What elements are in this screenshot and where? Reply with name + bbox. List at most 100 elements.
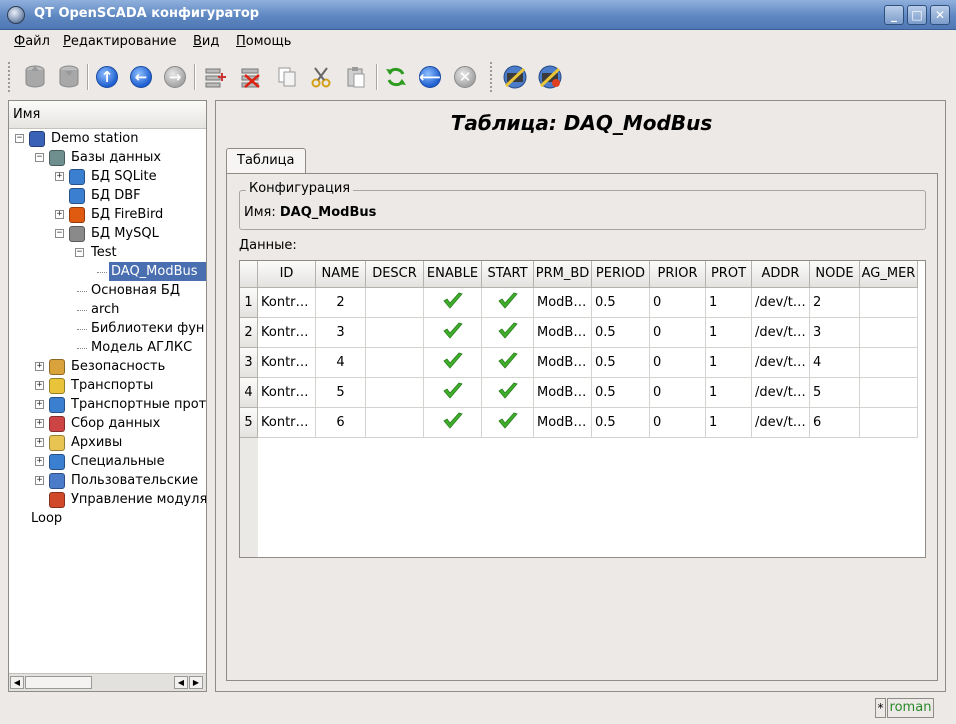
tree-item[interactable]: БД DBF: [89, 186, 143, 205]
toolbar-grip[interactable]: [8, 62, 12, 92]
table-cell[interactable]: 0.5: [592, 348, 650, 378]
table-cell[interactable]: Kontr…: [258, 318, 316, 348]
column-header[interactable]: PRM_BD: [534, 261, 592, 288]
table-cell[interactable]: 0: [650, 408, 706, 438]
table-cell[interactable]: [482, 318, 534, 348]
table-cell[interactable]: [860, 378, 918, 408]
tree-item[interactable]: Транспорты: [69, 376, 155, 395]
table-cell[interactable]: 3: [316, 318, 366, 348]
table-cell[interactable]: 4: [316, 348, 366, 378]
up-button[interactable]: ↑: [92, 62, 122, 92]
column-header[interactable]: ADDR: [752, 261, 810, 288]
table-cell[interactable]: [860, 318, 918, 348]
table-cell[interactable]: ModB…: [534, 288, 592, 318]
row-header[interactable]: 4: [240, 378, 258, 408]
table-cell[interactable]: [424, 318, 482, 348]
row-header[interactable]: 2: [240, 318, 258, 348]
panel-splitter[interactable]: [207, 100, 215, 692]
db-save-button[interactable]: [54, 62, 84, 92]
tree-item[interactable]: Модель АГЛКС: [89, 338, 194, 357]
refresh-button[interactable]: [381, 62, 411, 92]
column-header[interactable]: AG_MER: [860, 261, 918, 288]
table-cell[interactable]: /dev/t…: [752, 378, 810, 408]
table-cell[interactable]: [424, 348, 482, 378]
table-cell[interactable]: 0.5: [592, 288, 650, 318]
tree-item[interactable]: Базы данных: [69, 148, 163, 167]
table-cell[interactable]: [366, 408, 424, 438]
tree-expander[interactable]: +: [55, 210, 64, 219]
table-cell[interactable]: 2: [810, 288, 860, 318]
tree-expander[interactable]: −: [35, 153, 44, 162]
table-cell[interactable]: [482, 348, 534, 378]
table-cell[interactable]: 1: [706, 348, 752, 378]
table-corner[interactable]: [240, 261, 258, 288]
stop-button[interactable]: ✕: [450, 62, 480, 92]
tree-item[interactable]: БД MySQL: [89, 224, 161, 243]
scroll-left-arrow[interactable]: ◀: [174, 676, 188, 689]
table-cell[interactable]: [366, 348, 424, 378]
tree-item[interactable]: БД SQLite: [89, 167, 159, 186]
tree-expander[interactable]: +: [35, 419, 44, 428]
tree-expander[interactable]: +: [35, 400, 44, 409]
table-cell[interactable]: [366, 378, 424, 408]
menu-file[interactable]: Файл: [14, 34, 50, 49]
table-cell[interactable]: 0: [650, 348, 706, 378]
table-cell[interactable]: 0: [650, 318, 706, 348]
column-header[interactable]: START: [482, 261, 534, 288]
tree-item[interactable]: БД FireBird: [89, 205, 165, 224]
table-cell[interactable]: [424, 288, 482, 318]
window-titlebar[interactable]: QT OpenSCADA конфигуратор _ □ ✕: [0, 0, 956, 30]
close-button[interactable]: ✕: [930, 5, 950, 25]
minimize-button[interactable]: _: [884, 5, 904, 25]
connect-station-button[interactable]: [500, 62, 530, 92]
column-header[interactable]: ID: [258, 261, 316, 288]
table-cell[interactable]: 0: [650, 378, 706, 408]
table-cell[interactable]: 0: [650, 288, 706, 318]
table-cell[interactable]: [366, 318, 424, 348]
table-cell[interactable]: [482, 378, 534, 408]
tree-item[interactable]: Сбор данных: [69, 414, 162, 433]
column-header[interactable]: NAME: [316, 261, 366, 288]
tree-item[interactable]: Loop: [29, 509, 64, 528]
delete-item-button[interactable]: [236, 62, 266, 92]
navigation-tree[interactable]: − Demo station − Базы данных + БД SQLite БД DB…: [9, 129, 206, 674]
forward-button[interactable]: →: [160, 62, 190, 92]
tree-expander[interactable]: +: [35, 381, 44, 390]
column-header[interactable]: NODE: [810, 261, 860, 288]
column-header[interactable]: DESCR: [366, 261, 424, 288]
tree-expander[interactable]: +: [35, 457, 44, 466]
table-cell[interactable]: ModB…: [534, 408, 592, 438]
table-cell[interactable]: [424, 408, 482, 438]
table-cell[interactable]: 5: [316, 378, 366, 408]
table-cell[interactable]: [860, 288, 918, 318]
scroll-left-arrow[interactable]: ◀: [10, 676, 24, 689]
tree-horizontal-scrollbar[interactable]: ◀ ◀ ▶: [9, 673, 206, 691]
table-cell[interactable]: Kontr…: [258, 348, 316, 378]
copy-button[interactable]: [272, 62, 302, 92]
tree-item[interactable]: Библиотеки фун: [89, 319, 206, 338]
tree-item[interactable]: Управление модуля: [69, 490, 206, 509]
table-cell[interactable]: 6: [316, 408, 366, 438]
tree-expander[interactable]: +: [35, 362, 44, 371]
data-table[interactable]: ID NAME DESCR ENABLE START PRM_BD PERIOD PRIOR P…: [239, 260, 926, 558]
tree-item[interactable]: Специальные: [69, 452, 167, 471]
column-header[interactable]: ENABLE: [424, 261, 482, 288]
table-cell[interactable]: [860, 348, 918, 378]
table-cell[interactable]: 1: [706, 288, 752, 318]
tree-item[interactable]: Безопасность: [69, 357, 167, 376]
db-load-button[interactable]: [20, 62, 50, 92]
table-cell[interactable]: /dev/t…: [752, 318, 810, 348]
tree-item[interactable]: Test: [89, 243, 119, 262]
start-button[interactable]: ⟵: [415, 62, 445, 92]
row-header[interactable]: 1: [240, 288, 258, 318]
table-cell[interactable]: 3: [810, 318, 860, 348]
tree-expander[interactable]: −: [15, 134, 24, 143]
table-cell[interactable]: 1: [706, 378, 752, 408]
row-header[interactable]: 3: [240, 348, 258, 378]
table-cell[interactable]: Kontr…: [258, 378, 316, 408]
table-cell[interactable]: [482, 288, 534, 318]
table-cell[interactable]: ModB…: [534, 348, 592, 378]
tree-expander[interactable]: +: [35, 476, 44, 485]
column-header[interactable]: PROT: [706, 261, 752, 288]
row-header[interactable]: 5: [240, 408, 258, 438]
